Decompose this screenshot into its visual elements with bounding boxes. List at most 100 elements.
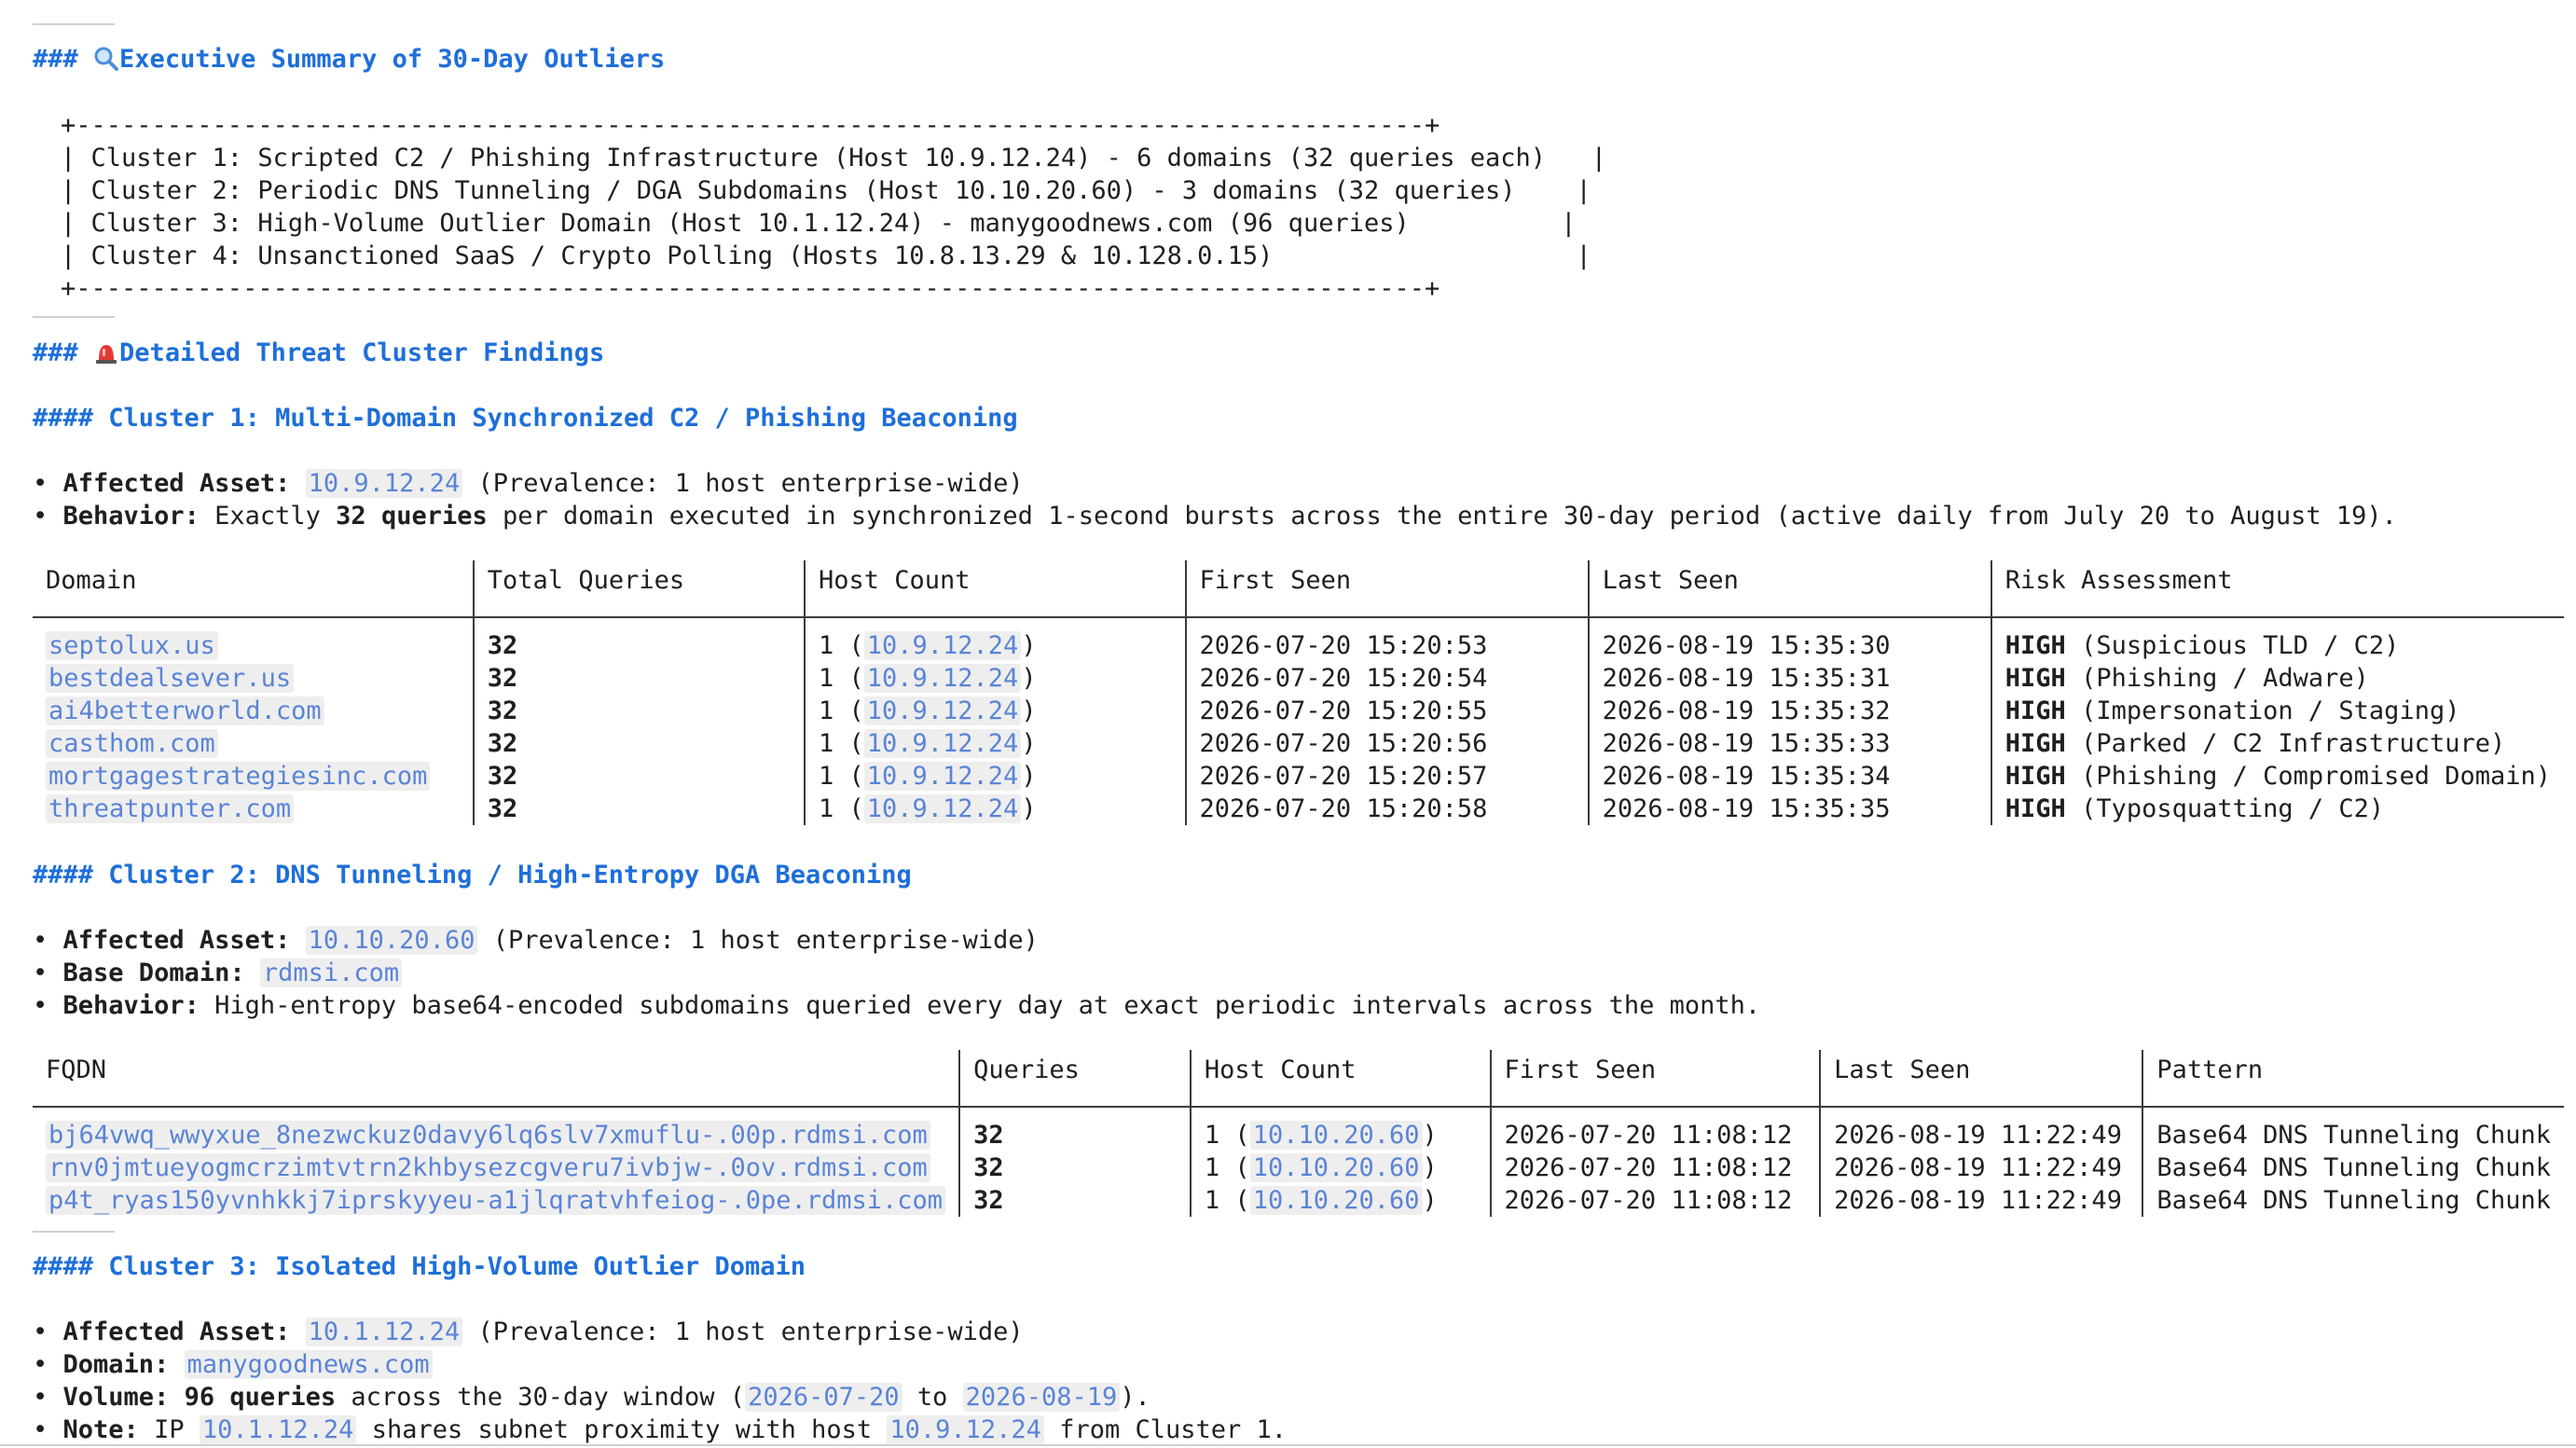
horizontal-rule — [33, 316, 115, 318]
last-seen-cell: 2026-08-19 15:35:33 — [1587, 727, 1991, 760]
queries-cell: 32 — [472, 760, 805, 793]
domain-cell: threatpunter.com — [33, 793, 474, 825]
ip-address: 10.1.12.24 — [305, 1317, 463, 1346]
host-count-cell: 1 (10.9.12.24) — [803, 695, 1186, 727]
column-header: Pattern — [2142, 1050, 2564, 1108]
fqdn-cell: p4t_ryas150yvnhkkj7iprskyyeu-a1jlqratvhf… — [33, 1184, 959, 1217]
risk-level: HIGH — [2004, 696, 2066, 725]
risk-cell: HIGH (Parked / C2 Infrastructure) — [1990, 727, 2564, 760]
cluster-3-heading: #### Cluster 3: Isolated High-Volume Out… — [33, 1252, 806, 1281]
domain-name: threatpunter.com — [46, 794, 295, 823]
detailed-findings-heading: ### Detailed Threat Cluster Findings — [33, 337, 605, 369]
last-seen-cell: 2026-08-19 11:22:49 — [1819, 1152, 2143, 1184]
table-row: septolux.us 32 1 (10.9.12.24) 2026-07-20 15… — [33, 617, 2564, 662]
ip-address: 10.9.12.24 — [863, 762, 1022, 791]
last-seen-cell: 2026-08-19 15:35:32 — [1587, 695, 1991, 727]
document-view: ### Executive Summary of 30-Day Outliers… — [0, 0, 2576, 1448]
column-header: Queries — [958, 1050, 1191, 1108]
summary-box-line: | Cluster 1: Scripted C2 / Phishing Infr… — [61, 144, 1607, 172]
page-bottom-border — [0, 1444, 2576, 1446]
cluster-3-volume-item: • Volume: 96 queries across the 30-day w… — [33, 1383, 1150, 1412]
pattern-cell: Base64 DNS Tunneling Chunk — [2142, 1107, 2564, 1152]
cluster-1-behavior-item: • Behavior: Exactly 32 queries per domai… — [33, 502, 2397, 531]
column-header: Total Queries — [472, 560, 805, 618]
pattern-cell: Base64 DNS Tunneling Chunk — [2142, 1152, 2564, 1184]
host-count-cell: 1 (10.9.12.24) — [803, 727, 1186, 760]
column-header: First Seen — [1184, 560, 1589, 618]
summary-box-line: | Cluster 4: Unsanctioned SaaS / Crypto … — [61, 241, 1591, 270]
ip-address: 10.9.12.24 — [863, 729, 1022, 758]
table-row: ai4betterworld.com 32 1 (10.9.12.24) 2026-0… — [33, 695, 2564, 727]
risk-cell: HIGH (Suspicious TLD / C2) — [1990, 617, 2564, 662]
table-row: bestdealsever.us 32 1 (10.9.12.24) 2026-07-… — [33, 662, 2564, 695]
table-row: threatpunter.com 32 1 (10.9.12.24) 2026-07-… — [33, 793, 2564, 825]
summary-box-bottom-border: +---------------------------------------… — [61, 274, 1440, 303]
last-seen-cell: 2026-08-19 11:22:49 — [1819, 1107, 2143, 1152]
first-seen-cell: 2026-07-20 15:20:56 — [1184, 727, 1589, 760]
horizontal-rule — [33, 23, 115, 25]
ip-address: 10.10.20.60 — [1249, 1186, 1423, 1215]
queries-cell: 32 — [472, 695, 805, 727]
column-header: Last Seen — [1587, 560, 1991, 618]
cluster-1-heading: #### Cluster 1: Multi-Domain Synchronize… — [33, 404, 1018, 433]
domain-name: ai4betterworld.com — [46, 696, 324, 725]
host-count-cell: 1 (10.9.12.24) — [803, 793, 1186, 825]
ip-address: 10.9.12.24 — [863, 631, 1022, 660]
first-seen-cell: 2026-07-20 15:20:54 — [1184, 662, 1589, 695]
fqdn-name: rnv0jmtueyogmcrzimtvtrn2khbysezcgveru7iv… — [46, 1153, 930, 1182]
domain-name: casthom.com — [46, 729, 218, 758]
cluster-3-note-item: • Note: IP 10.1.12.24 shares subnet prox… — [33, 1415, 1288, 1444]
risk-cell: HIGH (Phishing / Adware) — [1990, 662, 2564, 695]
domain-name: mortgagestrategiesinc.com — [46, 762, 431, 791]
domain-cell: casthom.com — [33, 727, 474, 760]
column-header: Last Seen — [1819, 1050, 2143, 1108]
domain-name: manygoodnews.com — [184, 1350, 433, 1379]
last-seen-cell: 2026-08-19 15:35:31 — [1587, 662, 1991, 695]
cluster-1-table: Domain Total Queries Host Count First Seen L… — [33, 560, 2564, 825]
ip-address: 10.1.12.24 — [199, 1415, 357, 1444]
ip-address: 10.9.12.24 — [863, 696, 1022, 725]
cluster-2-heading: #### Cluster 2: DNS Tunneling / High-Ent… — [33, 861, 912, 889]
host-count-cell: 1 (10.9.12.24) — [803, 617, 1186, 662]
host-count-cell: 1 (10.10.20.60) — [1189, 1152, 1491, 1184]
ip-address: 10.10.20.60 — [1249, 1121, 1423, 1150]
pattern-cell: Base64 DNS Tunneling Chunk — [2142, 1184, 2564, 1217]
ip-address: 10.10.20.60 — [305, 926, 478, 955]
cluster-2-base-domain-item: • Base Domain: rdmsi.com — [33, 957, 403, 989]
table-row: p4t_ryas150yvnhkkj7iprskyyeu-a1jlqratvhf… — [33, 1184, 2564, 1217]
executive-summary-heading: ### Executive Summary of 30-Day Outliers — [33, 45, 666, 74]
risk-cell: HIGH (Phishing / Compromised Domain) — [1990, 760, 2564, 793]
domain-cell: ai4betterworld.com — [33, 695, 474, 727]
risk-level: HIGH — [2004, 794, 2066, 823]
siren-icon — [93, 337, 119, 369]
first-seen-cell: 2026-07-20 11:08:12 — [1489, 1152, 1821, 1184]
first-seen-cell: 2026-07-20 15:20:55 — [1184, 695, 1589, 727]
queries-cell: 32 — [958, 1107, 1191, 1152]
column-header: Host Count — [803, 560, 1186, 618]
fqdn-name: bj64vwq_wwyxue_8nezwckuz0davy6lq6slv7xmu… — [46, 1121, 930, 1150]
first-seen-cell: 2026-07-20 15:20:57 — [1184, 760, 1589, 793]
host-count-cell: 1 (10.9.12.24) — [803, 662, 1186, 695]
column-header: First Seen — [1489, 1050, 1821, 1108]
first-seen-cell: 2026-07-20 11:08:12 — [1489, 1184, 1821, 1217]
domain-name: rdmsi.com — [259, 958, 403, 987]
cluster-3-domain-item: • Domain: manygoodnews.com — [33, 1348, 433, 1381]
queries-cell: 32 — [472, 617, 805, 662]
cluster-2-behavior-item: • Behavior: High-entropy base64-encoded … — [33, 991, 1761, 1020]
host-count-cell: 1 (10.10.20.60) — [1189, 1107, 1491, 1152]
fqdn-cell: rnv0jmtueyogmcrzimtvtrn2khbysezcgveru7iv… — [33, 1152, 959, 1184]
ip-address: 10.9.12.24 — [863, 794, 1022, 823]
host-count-cell: 1 (10.10.20.60) — [1189, 1184, 1491, 1217]
risk-level: HIGH — [2004, 631, 2066, 660]
cluster-1-asset-item: • Affected Asset: 10.9.12.24 (Prevalence… — [33, 469, 1024, 498]
last-seen-cell: 2026-08-19 15:35:30 — [1587, 617, 1991, 662]
first-seen-cell: 2026-07-20 11:08:12 — [1489, 1107, 1821, 1152]
fqdn-cell: bj64vwq_wwyxue_8nezwckuz0davy6lq6slv7xmu… — [33, 1107, 959, 1152]
risk-cell: HIGH (Impersonation / Staging) — [1990, 695, 2564, 727]
column-header: Domain — [33, 560, 474, 618]
domain-cell: bestdealsever.us — [33, 662, 474, 695]
queries-cell: 32 — [958, 1184, 1191, 1217]
summary-box-top-border: +---------------------------------------… — [61, 111, 1440, 140]
last-seen-cell: 2026-08-19 11:22:49 — [1819, 1184, 2143, 1217]
column-header: Host Count — [1189, 1050, 1491, 1108]
